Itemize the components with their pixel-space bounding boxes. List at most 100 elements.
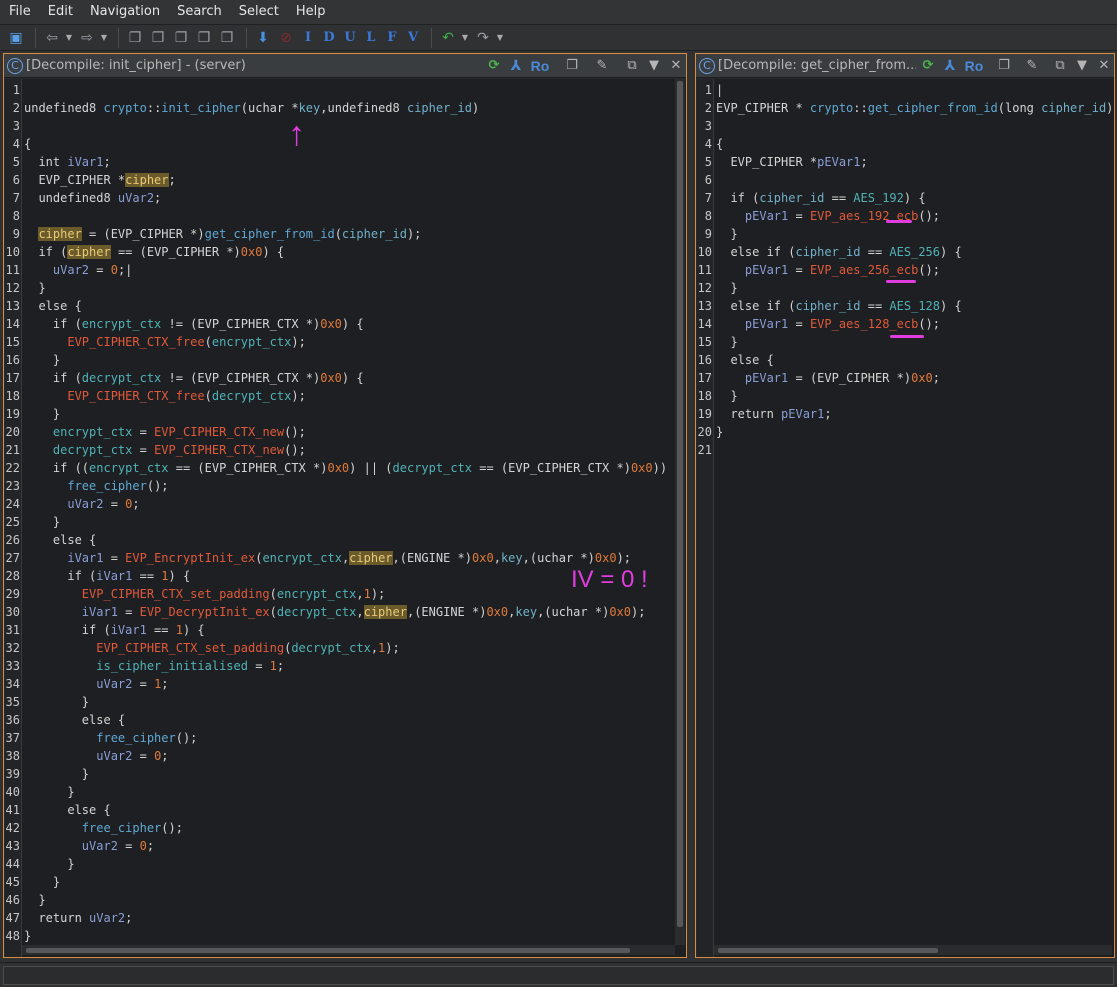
snapshot-icon[interactable]: ⧉	[622, 56, 642, 76]
code-line[interactable]: if (iVar1 == 1) {	[24, 567, 190, 585]
nav-letter-d[interactable]: D	[320, 28, 338, 48]
copy-icon[interactable]: ❐	[125, 28, 145, 48]
code-line[interactable]: }	[24, 873, 60, 891]
code-line[interactable]: return uVar2;	[24, 909, 132, 927]
code-line[interactable]: pEVar1 = EVP_aes_128_ecb();	[716, 315, 940, 333]
code-line[interactable]: else if (cipher_id == AES_256) {	[716, 243, 961, 261]
code-line[interactable]: pEVar1 = EVP_aes_256_ecb();	[716, 261, 940, 279]
code-line[interactable]: EVP_CIPHER *cipher;	[24, 171, 176, 189]
nav-letter-f[interactable]: F	[383, 28, 401, 48]
code-line[interactable]: int iVar1;	[24, 153, 110, 171]
refresh-icon[interactable]: ⟳	[918, 56, 938, 76]
nav-letter-u[interactable]: U	[341, 28, 359, 48]
code-line[interactable]: undefined8 crypto::init_cipher(uchar *ke…	[24, 99, 479, 117]
graph-icon[interactable]: ⅄	[506, 56, 526, 76]
code-line[interactable]: }	[716, 333, 737, 351]
undo-icon[interactable]: ↶	[438, 28, 458, 48]
code-line[interactable]: else if (cipher_id == AES_128) {	[716, 297, 961, 315]
edit-icon[interactable]: ✎	[1022, 56, 1042, 76]
redo-dropdown-icon[interactable]: ▼	[496, 28, 504, 48]
copy-icon[interactable]: ❐	[562, 56, 582, 76]
refresh-icon[interactable]: ⟳	[484, 56, 504, 76]
code-line[interactable]: {	[24, 135, 31, 153]
menu-file[interactable]: File	[0, 0, 39, 24]
code-line[interactable]: }	[24, 927, 31, 945]
save-icon[interactable]: ▣	[6, 28, 26, 48]
menu-search[interactable]: Search	[168, 0, 230, 24]
read-only-toggle[interactable]: Ro	[962, 56, 986, 76]
code-editor[interactable]: 1 2 undefined8 crypto::init_cipher(uchar *…	[5, 79, 686, 957]
code-line[interactable]: }	[24, 279, 45, 297]
forward-arrow-icon[interactable]: ⇨	[77, 28, 97, 48]
code-line[interactable]: return pEVar1;	[716, 405, 831, 423]
code-line[interactable]: if (encrypt_ctx != (EVP_CIPHER_CTX *)0x0…	[24, 315, 364, 333]
down-arrow-icon[interactable]: ⬇	[253, 28, 273, 48]
code-line[interactable]: else {	[24, 801, 110, 819]
vertical-scrollbar[interactable]	[675, 79, 685, 945]
code-line[interactable]: }	[24, 891, 45, 909]
menu-dropdown-icon[interactable]: ▼	[644, 56, 664, 76]
menu-navigation[interactable]: Navigation	[81, 0, 168, 24]
graph-icon[interactable]: ⅄	[940, 56, 960, 76]
document-icon[interactable]: ❐	[171, 28, 191, 48]
code-line[interactable]: undefined8 uVar2;	[24, 189, 161, 207]
back-arrow-icon[interactable]: ⇦	[42, 28, 62, 48]
horizontal-scrollbar[interactable]	[22, 945, 675, 955]
menu-dropdown-icon[interactable]: ▼	[1072, 56, 1092, 76]
code-line[interactable]: |	[716, 81, 723, 99]
copy-icon[interactable]: ❐	[994, 56, 1014, 76]
code-line[interactable]: EVP_CIPHER *pEVar1;	[716, 153, 867, 171]
code-line[interactable]: }	[24, 693, 89, 711]
code-line[interactable]: }	[24, 513, 60, 531]
nav-letter-v[interactable]: V	[404, 28, 422, 48]
forward-dropdown-icon[interactable]: ▼	[100, 28, 108, 48]
code-line[interactable]: if (cipher_id == AES_192) {	[716, 189, 925, 207]
code-line[interactable]: }	[24, 855, 74, 873]
nav-letter-l[interactable]: L	[362, 28, 380, 48]
paste-icon[interactable]: ❐	[148, 28, 168, 48]
code-line[interactable]: pEVar1 = (EVP_CIPHER *)0x0;	[716, 369, 940, 387]
close-icon[interactable]: ✕	[666, 56, 686, 76]
document-icon[interactable]: ❐	[194, 28, 214, 48]
code-line[interactable]: EVP_CIPHER * crypto::get_cipher_from_id(…	[716, 99, 1113, 117]
code-line[interactable]: EVP_CIPHER_CTX_free(encrypt_ctx);	[24, 333, 305, 351]
code-line[interactable]: uVar2 = 0;	[24, 837, 154, 855]
edit-icon[interactable]: ✎	[592, 56, 612, 76]
code-line[interactable]: free_cipher();	[24, 729, 197, 747]
code-line[interactable]: else {	[24, 711, 125, 729]
code-line[interactable]: }	[24, 783, 74, 801]
code-line[interactable]: EVP_CIPHER_CTX_set_padding(encrypt_ctx,1…	[24, 585, 385, 603]
code-line[interactable]: if (decrypt_ctx != (EVP_CIPHER_CTX *)0x0…	[24, 369, 364, 387]
stop-icon[interactable]: ⊘	[276, 28, 296, 48]
code-line[interactable]: uVar2 = 0;	[24, 747, 168, 765]
code-line[interactable]: uVar2 = 0;	[24, 495, 139, 513]
code-line[interactable]: else {	[24, 531, 96, 549]
scrollbar-thumb[interactable]	[718, 948, 938, 953]
code-line[interactable]: encrypt_ctx = EVP_CIPHER_CTX_new();	[24, 423, 306, 441]
nav-letter-i[interactable]: I	[299, 28, 317, 48]
scrollbar-thumb[interactable]	[677, 81, 683, 927]
code-line[interactable]: free_cipher();	[24, 819, 183, 837]
code-line[interactable]: if (iVar1 == 1) {	[24, 621, 205, 639]
snapshot-icon[interactable]: ⧉	[1050, 56, 1070, 76]
menu-select[interactable]: Select	[230, 0, 287, 24]
code-line[interactable]: decrypt_ctx = EVP_CIPHER_CTX_new();	[24, 441, 306, 459]
code-line[interactable]: cipher = (EVP_CIPHER *)get_cipher_from_i…	[24, 225, 421, 243]
back-dropdown-icon[interactable]: ▼	[65, 28, 73, 48]
code-line[interactable]: else {	[716, 351, 773, 369]
code-line[interactable]: }	[24, 765, 89, 783]
code-line[interactable]: iVar1 = EVP_EncryptInit_ex(encrypt_ctx,c…	[24, 549, 631, 567]
code-line[interactable]: }	[716, 387, 737, 405]
code-editor[interactable]: 1 | 2 EVP_CIPHER * crypto::get_cipher_from_…	[697, 79, 1114, 957]
code-line[interactable]: }	[24, 351, 60, 369]
undo-dropdown-icon[interactable]: ▼	[461, 28, 469, 48]
code-line[interactable]: {	[716, 135, 723, 153]
code-line[interactable]: free_cipher();	[24, 477, 168, 495]
code-line[interactable]: if ((encrypt_ctx == (EVP_CIPHER_CTX *)0x…	[24, 459, 682, 477]
redo-icon[interactable]: ↷	[473, 28, 493, 48]
close-icon[interactable]: ✕	[1094, 56, 1114, 76]
code-line[interactable]: EVP_CIPHER_CTX_free(decrypt_ctx);	[24, 387, 305, 405]
code-line[interactable]: }	[716, 423, 723, 441]
horizontal-scrollbar[interactable]	[714, 945, 1112, 955]
code-line[interactable]: uVar2 = 1;	[24, 675, 168, 693]
